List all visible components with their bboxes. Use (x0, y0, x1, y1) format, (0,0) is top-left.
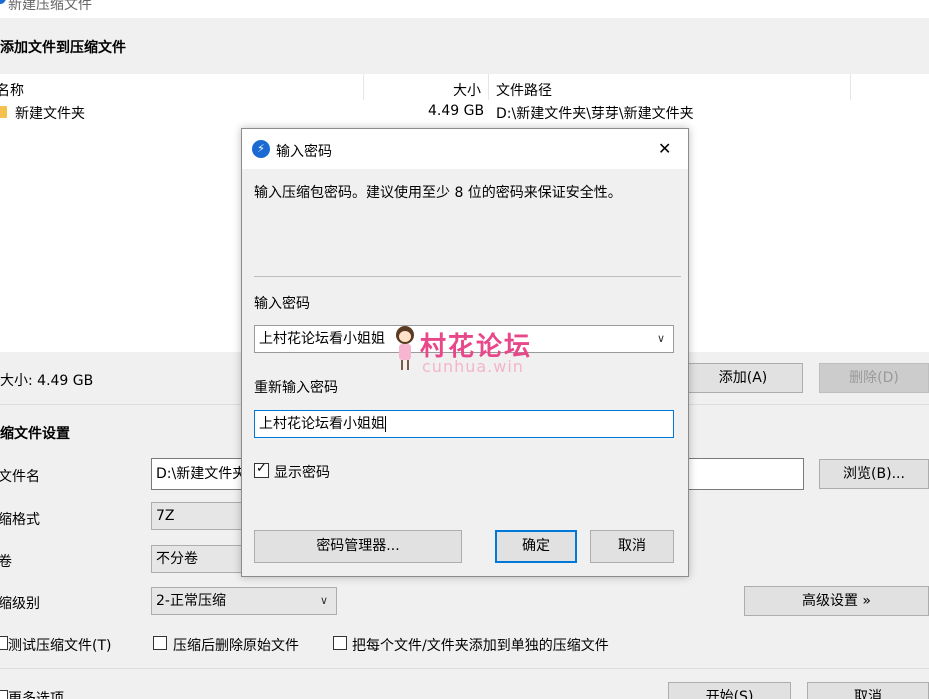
column-separator (363, 74, 364, 100)
show-password-label: 显示密码 (274, 465, 330, 481)
dialog-divider (254, 276, 681, 277)
confirm-password-value: 上村花论坛看小姐姐 (259, 416, 385, 432)
row-name: 新建文件夹 (15, 106, 85, 122)
divider (0, 668, 929, 669)
watermark-url: cunhua.win (422, 357, 524, 376)
dialog-title: 输入密码 (276, 144, 332, 160)
separate-archives-checkbox[interactable] (333, 636, 347, 650)
browse-button[interactable]: 浏览(B)... (819, 459, 929, 489)
column-header-name[interactable]: 名称 (0, 80, 24, 100)
test-archive-label: 测试压缩文件(T) (8, 638, 112, 654)
more-options-checkbox[interactable] (0, 690, 8, 699)
delete-after-label: 压缩后删除原始文件 (173, 638, 299, 654)
test-archive-checkbox[interactable] (0, 636, 8, 650)
filename-label: 文件名 (0, 469, 40, 485)
chevron-down-icon: ∨ (319, 594, 328, 607)
format-value: 7Z (156, 508, 175, 524)
ok-button[interactable]: 确定 (495, 530, 577, 563)
girl-figure-icon (394, 326, 416, 372)
settings-heading: 缩文件设置 (0, 426, 70, 442)
advanced-settings-button[interactable]: 高级设置 » (744, 586, 929, 616)
dialog-titlebar: ⚡ 输入密码 ✕ (242, 129, 688, 169)
text-cursor (385, 416, 386, 432)
column-separator (850, 74, 851, 100)
confirm-password-label: 重新输入密码 (254, 380, 338, 396)
column-separator (488, 74, 489, 100)
level-value: 2-正常压缩 (156, 593, 226, 609)
window-titlebar: 新建压缩文件 (0, 0, 929, 18)
level-select[interactable]: 2-正常压缩 ∨ (151, 587, 337, 615)
cancel-main-button[interactable]: 取消 (807, 682, 929, 699)
column-header-path[interactable]: 文件路径 (496, 80, 552, 100)
show-password-checkbox[interactable]: ✓ (254, 461, 269, 478)
format-label: 缩格式 (0, 512, 40, 528)
row-path: D:\新建文件夹\芽芽\新建文件夹 (496, 106, 694, 122)
delete-button[interactable]: 删除(D) (819, 363, 929, 393)
app-logo-icon: ⚡ (252, 140, 270, 158)
checkmark-icon: ✓ (256, 461, 267, 476)
app-logo-icon (0, 0, 6, 4)
add-button[interactable]: 添加(A) (683, 363, 803, 393)
window-title: 新建压缩文件 (8, 0, 92, 13)
column-header-size[interactable]: 大小 (453, 80, 481, 100)
row-size: 4.49 GB (428, 103, 485, 119)
password-manager-button[interactable]: 密码管理器... (254, 530, 462, 563)
add-files-heading: 添加文件到压缩文件 (0, 40, 126, 56)
total-size: 大小: 4.49 GB (0, 373, 94, 389)
separate-archives-label: 把每个文件/文件夹添加到单独的压缩文件 (352, 638, 609, 654)
dialog-cancel-button[interactable]: 取消 (590, 530, 674, 563)
watermark-logo: 村花论坛 cunhua.win (394, 326, 554, 378)
close-icon[interactable]: ✕ (658, 139, 671, 158)
more-options-label: 更多选项 (8, 691, 64, 699)
volume-label: 卷 (0, 554, 12, 570)
dialog-description: 输入压缩包密码。建议使用至少 8 位的密码来保证安全性。 (254, 185, 622, 201)
start-button[interactable]: 开始(S) (668, 682, 791, 699)
password-value: 上村花论坛看小姐姐 (259, 331, 385, 347)
password-label: 输入密码 (254, 296, 310, 312)
confirm-password-input[interactable]: 上村花论坛看小姐姐 (254, 410, 674, 438)
folder-icon (0, 106, 7, 118)
level-label: 缩级别 (0, 596, 40, 612)
volume-value: 不分卷 (156, 551, 198, 567)
chevron-down-icon[interactable]: ∨ (657, 326, 665, 352)
table-row[interactable]: 新建文件夹 4.49 GB D:\新建文件夹\芽芽\新建文件夹 (0, 102, 929, 124)
delete-after-checkbox[interactable] (153, 636, 167, 650)
